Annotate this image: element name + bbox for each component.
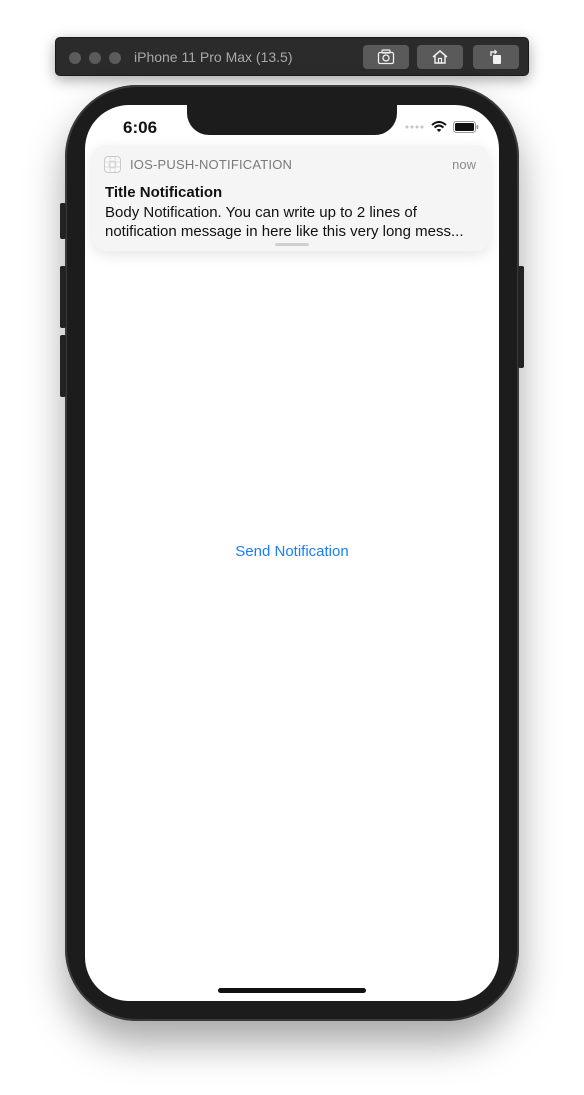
home-icon <box>432 50 448 64</box>
screenshot-icon <box>377 49 395 65</box>
rotate-icon <box>490 49 501 64</box>
phone-screen: 6:06 IOS-PUSH-NOTIFICATION now Title Not… <box>85 105 499 1001</box>
notification-app-name: IOS-PUSH-NOTIFICATION <box>130 157 293 172</box>
notification-body: Body Notification. You can write up to 2… <box>105 203 477 241</box>
notification-body-line-2: notification message in here like this v… <box>105 223 464 240</box>
simulator-stage: iPhone 11 Pro Max (13.5) 6:06 IOS-PUSH-N… <box>0 0 584 1095</box>
notification-grabber[interactable] <box>275 243 309 246</box>
app-icon <box>104 156 121 173</box>
battery-icon <box>453 121 479 133</box>
notification-body-line-1: Body Notification. You can write up to 2… <box>105 204 417 221</box>
notification-time: now <box>452 157 476 172</box>
close-window-button[interactable] <box>69 52 81 64</box>
volume-up-button <box>60 266 66 328</box>
send-notification-button[interactable]: Send Notification <box>85 543 499 560</box>
notification-title: Title Notification <box>105 184 223 201</box>
silent-switch <box>60 203 66 239</box>
zoom-window-button[interactable] <box>109 52 121 64</box>
minimize-window-button[interactable] <box>89 52 101 64</box>
home-button[interactable] <box>417 45 463 69</box>
home-indicator[interactable] <box>218 988 366 993</box>
rotate-button[interactable] <box>473 45 519 69</box>
simulator-title-bar: iPhone 11 Pro Max (13.5) <box>55 37 529 76</box>
simulator-title: iPhone 11 Pro Max (13.5) <box>134 49 293 65</box>
signal-icon <box>405 125 424 129</box>
status-time: 6:06 <box>123 118 158 137</box>
push-notification-banner[interactable]: IOS-PUSH-NOTIFICATION now Title Notifica… <box>92 145 490 251</box>
status-icons <box>405 121 479 133</box>
screenshot-button[interactable] <box>363 45 409 69</box>
power-button <box>518 266 524 368</box>
volume-down-button <box>60 335 66 397</box>
wifi-icon <box>431 121 447 132</box>
notch <box>187 105 397 135</box>
